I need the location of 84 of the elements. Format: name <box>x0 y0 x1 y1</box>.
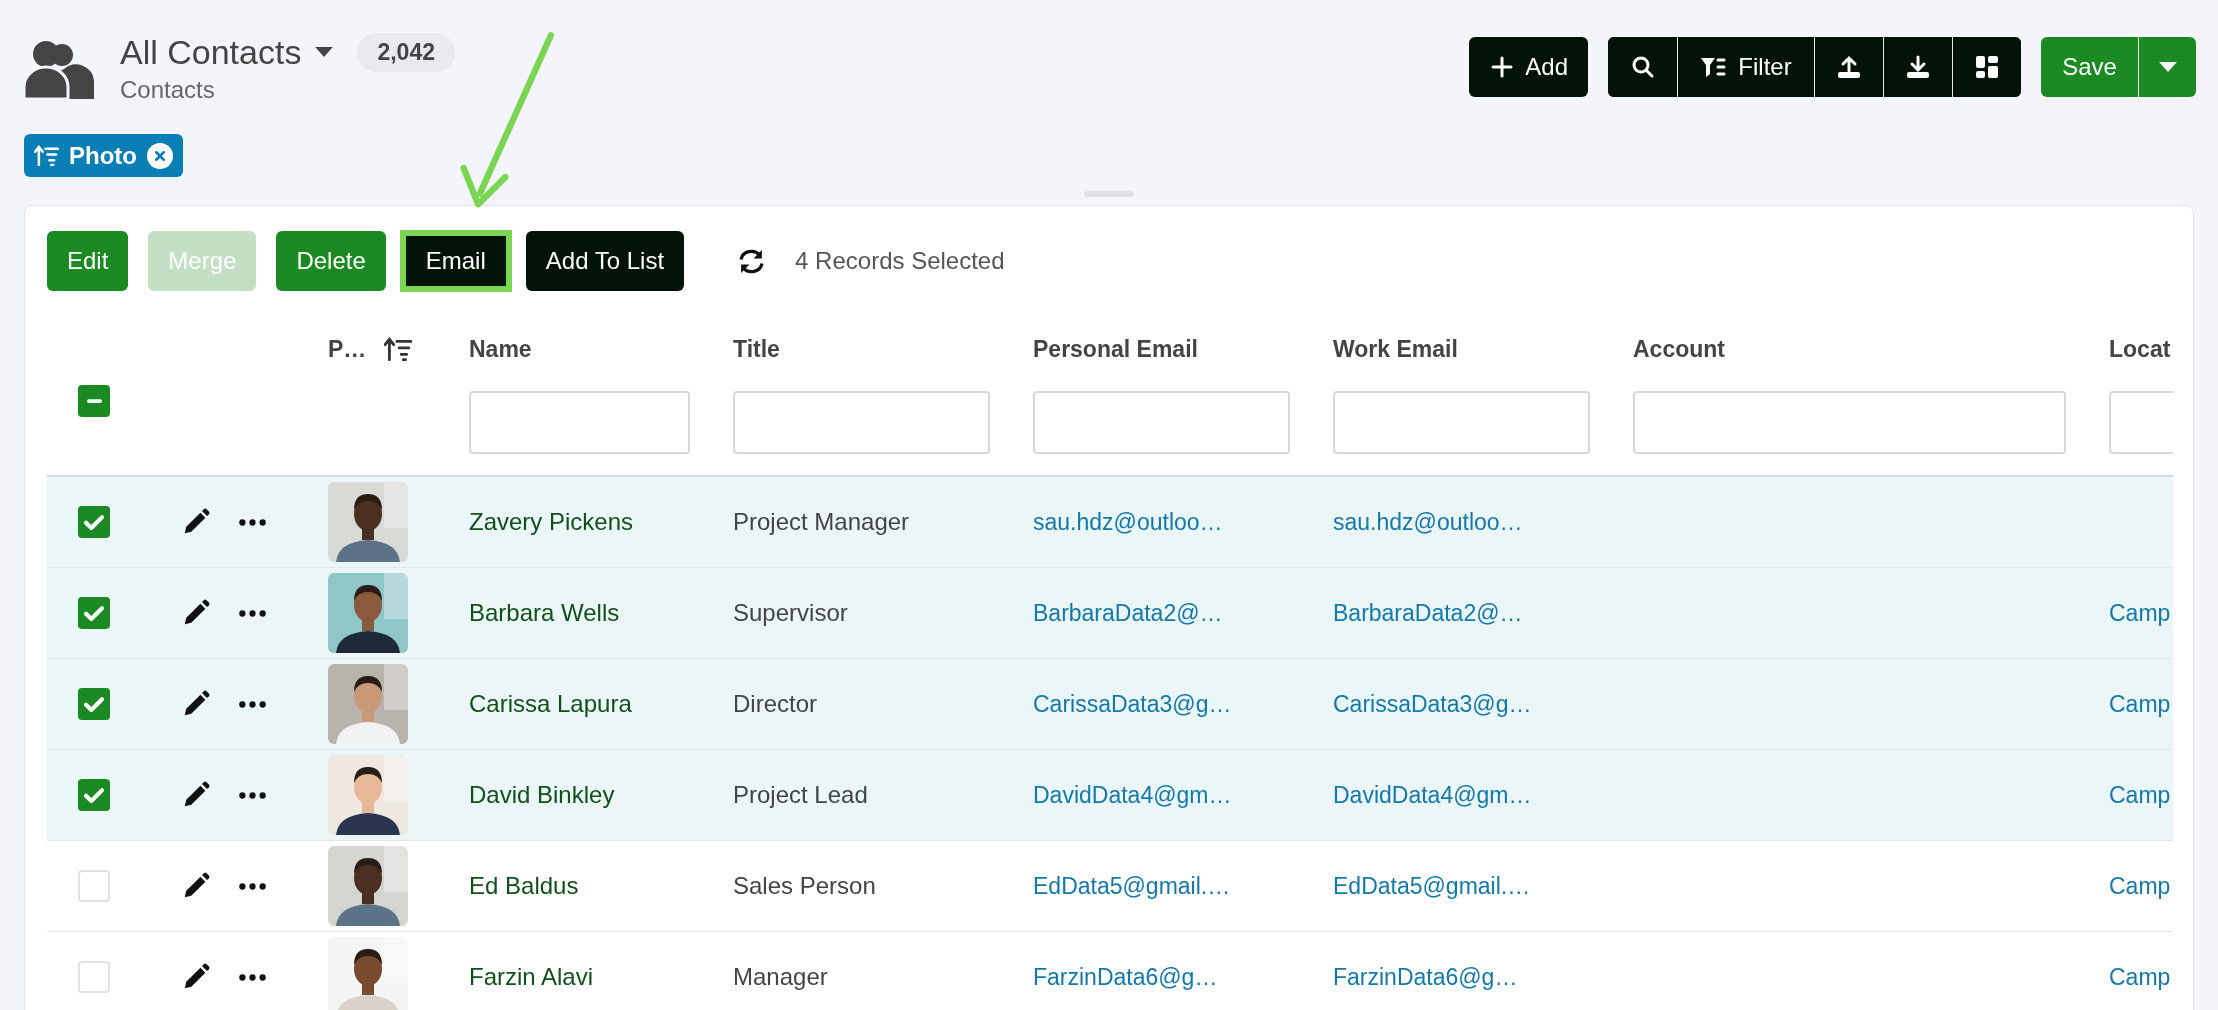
row-checkbox[interactable] <box>78 779 110 811</box>
action-button[interactable]: Delete <box>276 231 386 291</box>
layout-icon <box>1974 55 2000 79</box>
page-title: All Contacts <box>120 33 302 72</box>
table-cell: Sales Person <box>733 872 876 899</box>
table-cell: Project Manager <box>733 508 910 535</box>
contact-name[interactable]: Barbara Wells <box>469 599 620 626</box>
email-link[interactable]: BarbaraData2@… <box>1033 599 1223 626</box>
caret-icon <box>2158 61 2177 73</box>
location-link[interactable]: Camp <box>2109 963 2171 990</box>
action-button[interactable]: Add To List <box>525 231 685 291</box>
email-link[interactable]: sau.hdz@outloo… <box>1333 508 1523 535</box>
table-cell: Project Lead <box>733 781 868 808</box>
more-icon[interactable] <box>239 973 266 981</box>
email-link[interactable]: DavidData4@gm… <box>1333 781 1532 808</box>
row-checkbox[interactable] <box>78 688 110 720</box>
location-link[interactable]: Camp <box>2109 781 2171 808</box>
email-link[interactable]: FarzinData6@g… <box>1333 963 1518 990</box>
contact-name[interactable]: Carissa Lapura <box>469 690 632 717</box>
layout-button[interactable] <box>1952 37 2021 97</box>
email-link[interactable]: EdData5@gmail.… <box>1333 872 1531 899</box>
email-link[interactable]: CarissaData3@g… <box>1033 690 1232 717</box>
location-link[interactable]: Camp <box>2109 690 2171 717</box>
contact-name[interactable]: David Binkley <box>469 781 615 808</box>
table-cell: Supervisor <box>733 599 848 626</box>
table-cell: Manager <box>733 963 828 990</box>
table-cell: Director <box>733 690 817 717</box>
table-row[interactable]: Carissa Lapura Director CarissaData3@g… CarissaData3@g… Camp <box>47 659 2173 750</box>
more-icon[interactable] <box>239 700 266 708</box>
remove-icon[interactable] <box>147 142 173 169</box>
minus-icon <box>86 399 102 403</box>
column-header[interactable]: Name <box>469 335 532 363</box>
action-button[interactable]: Edit <box>47 231 129 291</box>
sort-chip-label: Photo <box>69 141 137 170</box>
row-checkbox[interactable] <box>78 506 110 538</box>
location-link[interactable]: Camp <box>2109 599 2171 626</box>
row-checkbox[interactable] <box>78 961 110 993</box>
filter-field[interactable] <box>1333 391 1590 454</box>
email-link[interactable]: DavidData4@gm… <box>1033 781 1232 808</box>
save-button[interactable]: Save <box>2041 37 2138 97</box>
filter-field[interactable] <box>469 391 690 454</box>
action-button[interactable]: Email <box>405 236 506 286</box>
sort-chip[interactable]: Photo <box>24 134 183 177</box>
refresh-icon[interactable] <box>738 248 766 274</box>
location-link[interactable]: Camp <box>2109 872 2171 899</box>
filter-field[interactable] <box>1033 391 1290 454</box>
more-icon[interactable] <box>239 518 266 526</box>
column-header[interactable]: Title <box>733 335 780 363</box>
filter-field[interactable] <box>1633 391 2066 454</box>
table-row[interactable]: Barbara Wells Supervisor BarbaraData2@… BarbaraData2@… Camp <box>47 568 2173 659</box>
email-link[interactable]: CarissaData3@g… <box>1333 690 1532 717</box>
email-link[interactable]: BarbaraData2@… <box>1333 599 1523 626</box>
contact-name[interactable]: Zavery Pickens <box>469 508 634 535</box>
more-icon[interactable] <box>239 882 266 890</box>
more-icon[interactable] <box>239 791 266 799</box>
record-count: 2,042 <box>357 33 455 72</box>
filter-icon <box>1700 55 1727 79</box>
contact-name[interactable]: Ed Baldus <box>469 872 579 899</box>
column-header[interactable]: Account <box>1633 335 1725 363</box>
email-link[interactable]: FarzinData6@g… <box>1033 963 1218 990</box>
email-link[interactable]: sau.hdz@outloo… <box>1033 508 1223 535</box>
save-options-button[interactable] <box>2138 37 2196 97</box>
download-icon <box>1905 55 1931 79</box>
add-button[interactable]: Add <box>1469 37 1588 97</box>
column-header[interactable]: Work Email <box>1333 335 1458 363</box>
sort-icon <box>34 145 59 166</box>
table-row[interactable]: Zavery Pickens Project Manager sau.hdz@outloo… sau.hdz@outloo… <box>47 477 2173 568</box>
contact-name[interactable]: Farzin Alavi <box>469 963 594 990</box>
upload-icon <box>1836 55 1862 79</box>
column-header[interactable]: P… <box>328 335 367 363</box>
column-header[interactable]: Personal Email <box>1033 335 1198 363</box>
email-link[interactable]: EdData5@gmail.… <box>1033 872 1231 899</box>
row-checkbox[interactable] <box>78 597 110 629</box>
table-row[interactable]: David Binkley Project Lead DavidData4@gm… DavidData4@gm… Camp <box>47 750 2173 841</box>
filter-field[interactable] <box>733 391 990 454</box>
contacts-icon <box>24 41 96 101</box>
page-subtitle: Contacts <box>120 76 216 104</box>
column-header[interactable]: Locat <box>2109 335 2171 363</box>
more-icon[interactable] <box>239 609 266 617</box>
select-all-checkbox[interactable] <box>78 385 110 417</box>
row-checkbox[interactable] <box>78 870 110 902</box>
caret-icon[interactable] <box>315 47 334 58</box>
selection-count: 4 Records Selected <box>795 247 1005 275</box>
sort-icon[interactable] <box>384 337 413 361</box>
